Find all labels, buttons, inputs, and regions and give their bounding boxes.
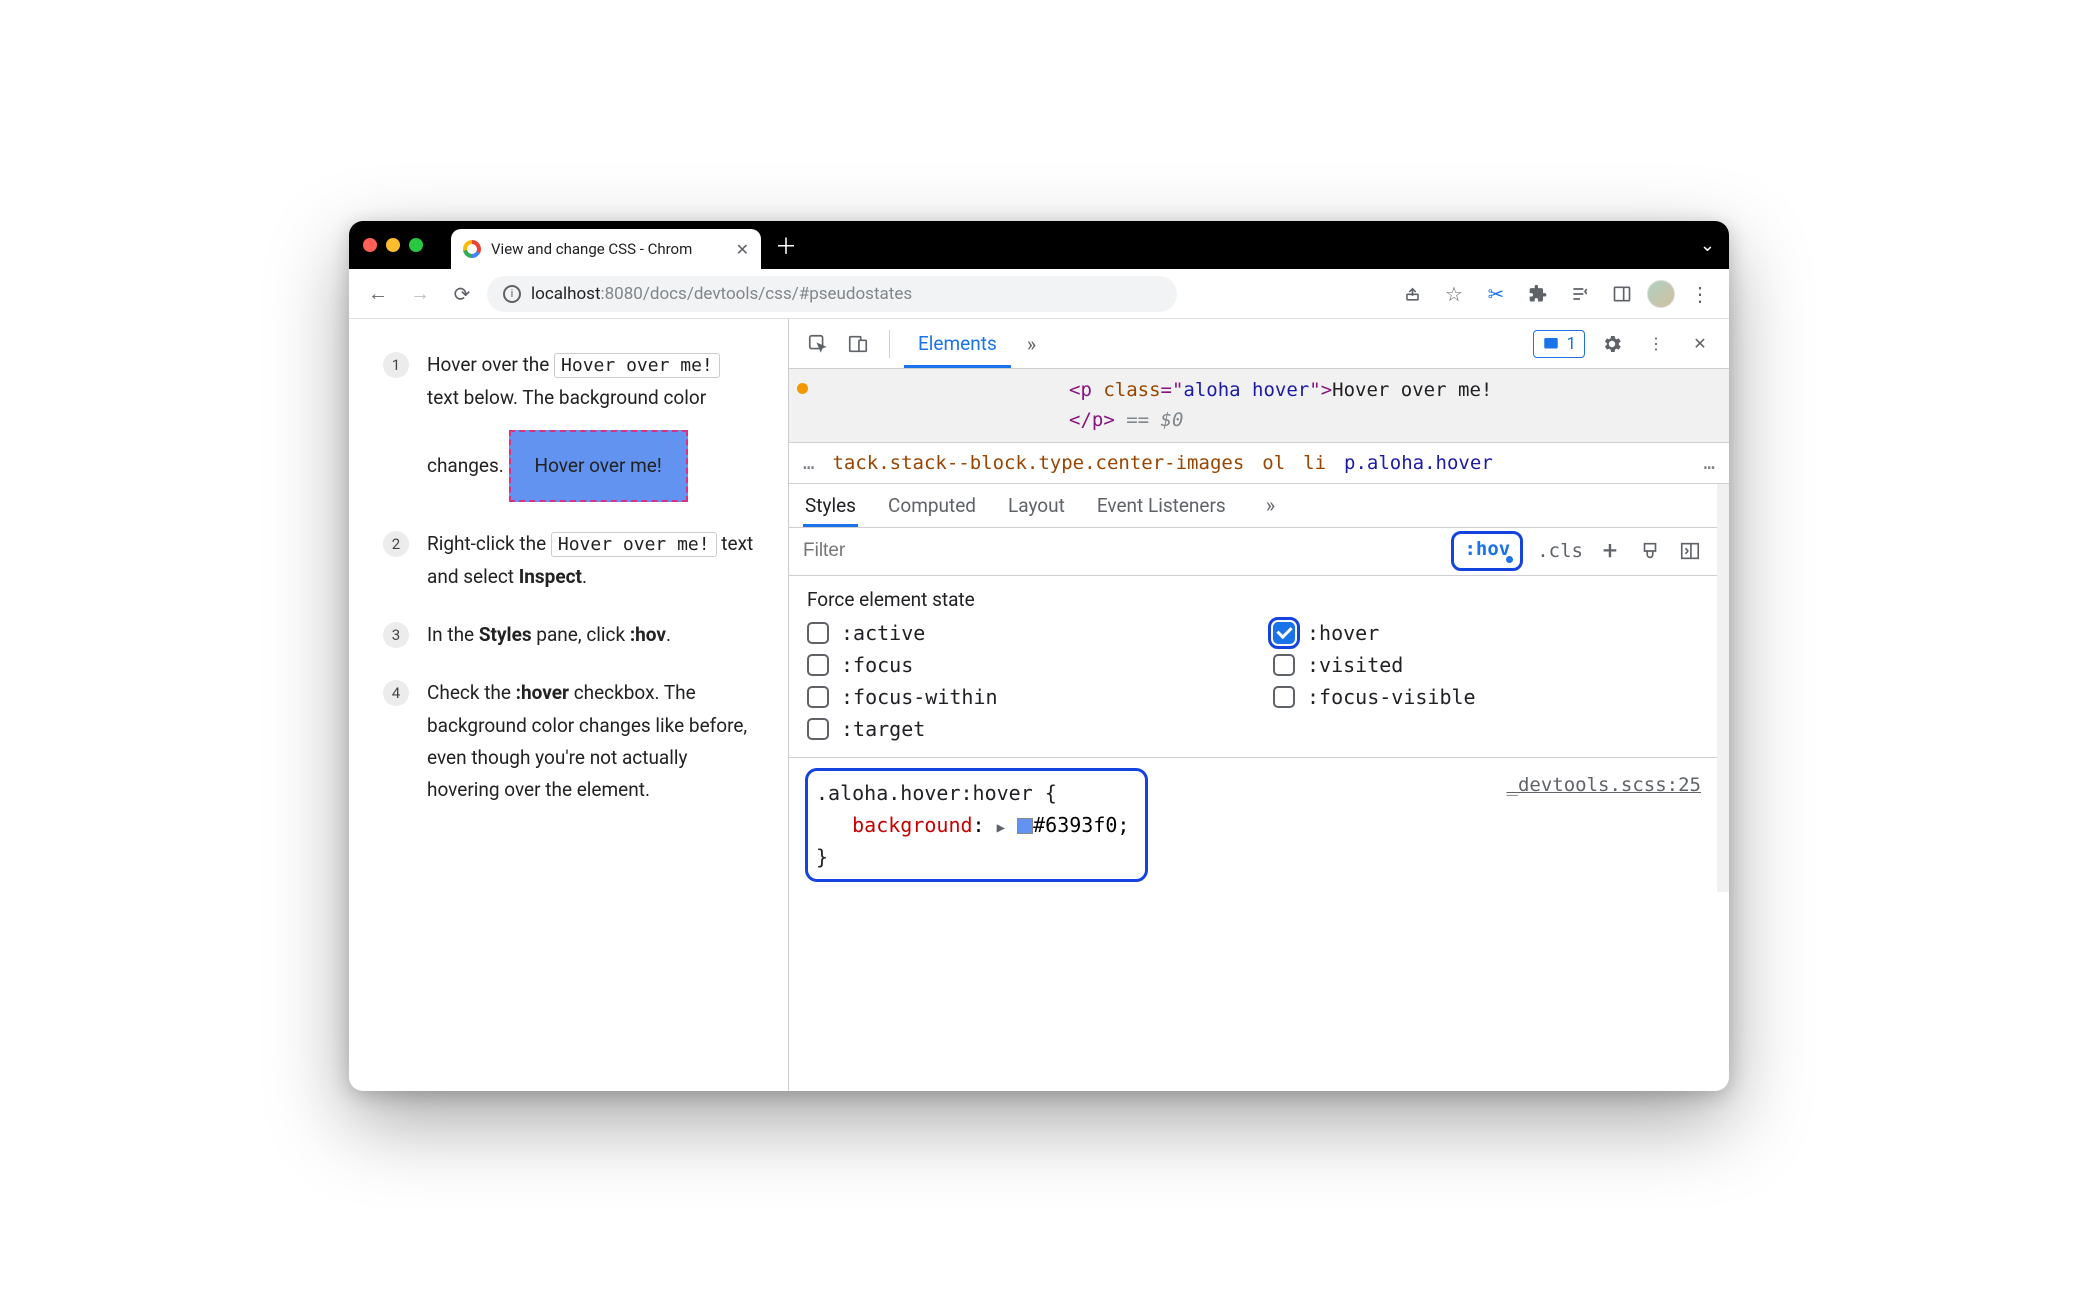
step-3: 3 In the Styles pane, click :hov. bbox=[383, 619, 754, 651]
site-info-icon[interactable]: i bbox=[503, 285, 521, 303]
devtools-menu-icon[interactable]: ⋮ bbox=[1639, 327, 1673, 361]
new-tab-button[interactable]: ＋ bbox=[771, 230, 801, 260]
crumb-selected[interactable]: p.aloha.hover bbox=[1344, 452, 1493, 474]
crumb[interactable]: tack.stack--block.type.center-images bbox=[832, 452, 1244, 474]
scrollbar[interactable] bbox=[1717, 484, 1729, 892]
state-focus[interactable]: :focus bbox=[807, 653, 1233, 677]
step-number: 2 bbox=[383, 531, 409, 557]
step-number: 4 bbox=[383, 680, 409, 706]
devtools-top-bar: Elements » 1 ⋮ ✕ bbox=[789, 319, 1729, 369]
tab-title: View and change CSS - Chrom bbox=[491, 240, 692, 258]
share-icon[interactable] bbox=[1395, 277, 1429, 311]
force-element-state-pane: Force element state :active :hover :focu… bbox=[789, 576, 1717, 758]
issues-badge[interactable]: 1 bbox=[1533, 330, 1585, 358]
hover-demo-element[interactable]: Hover over me! bbox=[509, 430, 688, 502]
state-visited[interactable]: :visited bbox=[1273, 653, 1699, 677]
tab-computed[interactable]: Computed bbox=[886, 485, 978, 526]
fullscreen-window-button[interactable] bbox=[409, 238, 423, 252]
extensions-icon[interactable] bbox=[1521, 277, 1555, 311]
browser-window: View and change CSS - Chrom ✕ ＋ ⌄ ← → ⟳ … bbox=[349, 221, 1729, 1091]
cls-toggle-button[interactable]: .cls bbox=[1537, 540, 1583, 562]
state-focus-within[interactable]: :focus-within bbox=[807, 685, 1233, 709]
close-devtools-icon[interactable]: ✕ bbox=[1683, 327, 1717, 361]
scissors-icon[interactable]: ✂ bbox=[1479, 277, 1513, 311]
crumb[interactable]: ol bbox=[1262, 452, 1285, 474]
url-host: localhost bbox=[531, 284, 601, 304]
more-panels-icon[interactable]: » bbox=[1017, 332, 1046, 356]
forward-button[interactable]: → bbox=[403, 277, 437, 311]
expand-shorthand-icon[interactable]: ▶ bbox=[997, 820, 1005, 836]
profile-avatar[interactable] bbox=[1647, 280, 1675, 308]
styles-filter-input[interactable] bbox=[803, 540, 1437, 562]
styles-filter-bar: :hov .cls + bbox=[789, 528, 1717, 576]
state-active[interactable]: :active bbox=[807, 621, 1233, 645]
new-style-rule-icon[interactable]: + bbox=[1597, 538, 1623, 564]
crumb[interactable]: li bbox=[1303, 452, 1326, 474]
tab-styles[interactable]: Styles bbox=[803, 485, 858, 526]
side-panel-icon[interactable] bbox=[1605, 277, 1639, 311]
reload-button[interactable]: ⟳ bbox=[445, 277, 479, 311]
breakpoint-dot-icon bbox=[797, 383, 808, 394]
tab-layout[interactable]: Layout bbox=[1006, 485, 1067, 526]
step-number: 1 bbox=[383, 352, 409, 378]
hov-toggle-button[interactable]: :hov bbox=[1451, 531, 1523, 571]
close-tab-icon[interactable]: ✕ bbox=[736, 240, 749, 259]
settings-gear-icon[interactable] bbox=[1595, 327, 1629, 361]
browser-toolbar: ← → ⟳ i localhost:8080/docs/devtools/css… bbox=[349, 269, 1729, 319]
minimize-window-button[interactable] bbox=[386, 238, 400, 252]
more-sidebar-tabs-icon[interactable]: » bbox=[1256, 493, 1285, 517]
close-window-button[interactable] bbox=[363, 238, 377, 252]
paintbrush-icon[interactable] bbox=[1637, 538, 1663, 564]
url-path: :8080/docs/devtools/css/#pseudostates bbox=[601, 284, 913, 304]
tab-strip: View and change CSS - Chrom ✕ ＋ ⌄ bbox=[349, 221, 1729, 269]
inline-code: Hover over me! bbox=[554, 353, 720, 378]
browser-menu-icon[interactable]: ⋮ bbox=[1683, 277, 1717, 311]
step-1: 1 Hover over the Hover over me! text bel… bbox=[383, 349, 754, 502]
css-rule-pane: .aloha.hover:hover { background: ▶ #6393… bbox=[789, 758, 1717, 892]
styles-sidebar-tabs: Styles Computed Layout Event Listeners » bbox=[789, 484, 1717, 528]
state-hover[interactable]: :hover bbox=[1273, 621, 1699, 645]
step-number: 3 bbox=[383, 622, 409, 648]
bookmark-icon[interactable]: ☆ bbox=[1437, 277, 1471, 311]
address-bar[interactable]: i localhost:8080/docs/devtools/css/#pseu… bbox=[487, 276, 1177, 312]
window-controls bbox=[363, 238, 423, 252]
inline-code: Hover over me! bbox=[551, 532, 717, 557]
step-2: 2 Right-click the Hover over me! text an… bbox=[383, 528, 754, 593]
back-button[interactable]: ← bbox=[361, 277, 395, 311]
state-focus-visible[interactable]: :focus-visible bbox=[1273, 685, 1699, 709]
step-4: 4 Check the :hover checkbox. The backgro… bbox=[383, 677, 754, 806]
active-indicator-dot bbox=[1506, 556, 1513, 563]
elements-panel-tab[interactable]: Elements bbox=[904, 320, 1011, 367]
inspect-element-icon[interactable] bbox=[801, 327, 835, 361]
page-content: 1 Hover over the Hover over me! text bel… bbox=[349, 319, 789, 1091]
computed-panel-toggle-icon[interactable] bbox=[1677, 538, 1703, 564]
reading-list-icon[interactable] bbox=[1563, 277, 1597, 311]
tab-overflow-icon[interactable]: ⌄ bbox=[1700, 235, 1715, 256]
chrome-favicon-icon bbox=[463, 240, 481, 258]
devtools-panel: Elements » 1 ⋮ ✕ <p class="aloha hover">… bbox=[789, 319, 1729, 1091]
force-state-title: Force element state bbox=[807, 588, 1699, 611]
breadcrumb-bar[interactable]: … tack.stack--block.type.center-images o… bbox=[789, 442, 1729, 484]
browser-tab[interactable]: View and change CSS - Chrom ✕ bbox=[451, 229, 761, 269]
tab-event-listeners[interactable]: Event Listeners bbox=[1095, 485, 1228, 526]
dom-tree[interactable]: <p class="aloha hover">Hover over me! </… bbox=[789, 369, 1729, 442]
rule-source-link[interactable]: _devtools.scss:25 bbox=[1507, 774, 1701, 796]
device-toggle-icon[interactable] bbox=[841, 327, 875, 361]
css-rule-highlighted[interactable]: .aloha.hover:hover { background: ▶ #6393… bbox=[805, 768, 1148, 882]
state-target[interactable]: :target bbox=[807, 717, 1233, 741]
color-swatch-icon[interactable] bbox=[1017, 818, 1033, 834]
